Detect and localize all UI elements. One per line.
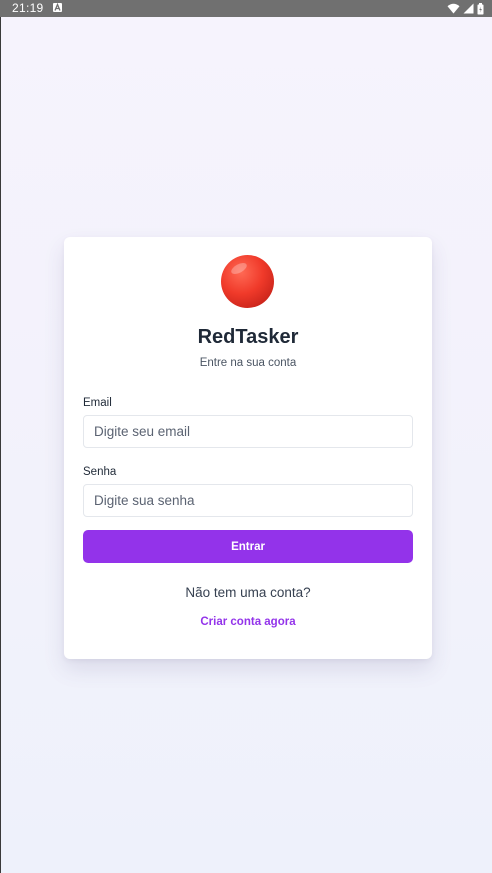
password-input[interactable]	[83, 484, 413, 517]
email-input[interactable]	[83, 415, 413, 448]
login-card: RedTasker Entre na sua conta Email Senha…	[64, 237, 432, 659]
notification-a-icon	[53, 3, 62, 12]
status-icons	[447, 2, 484, 15]
screen-left-edge	[0, 0, 1, 873]
status-time: 21:19	[12, 1, 44, 15]
no-account-prompt: Não tem uma conta?	[185, 585, 311, 600]
login-button[interactable]: Entrar	[83, 530, 413, 563]
login-subtitle: Entre na sua conta	[199, 357, 297, 369]
email-label: Email	[83, 397, 112, 409]
password-label: Senha	[83, 466, 117, 478]
status-bar: 21:19	[0, 0, 492, 17]
signal-icon	[463, 3, 474, 14]
app-title: RedTasker	[197, 326, 299, 348]
wifi-icon	[447, 3, 460, 14]
red-circle-logo-icon	[221, 255, 274, 308]
create-account-link[interactable]: Criar conta agora	[64, 615, 432, 629]
battery-icon	[477, 2, 484, 14]
